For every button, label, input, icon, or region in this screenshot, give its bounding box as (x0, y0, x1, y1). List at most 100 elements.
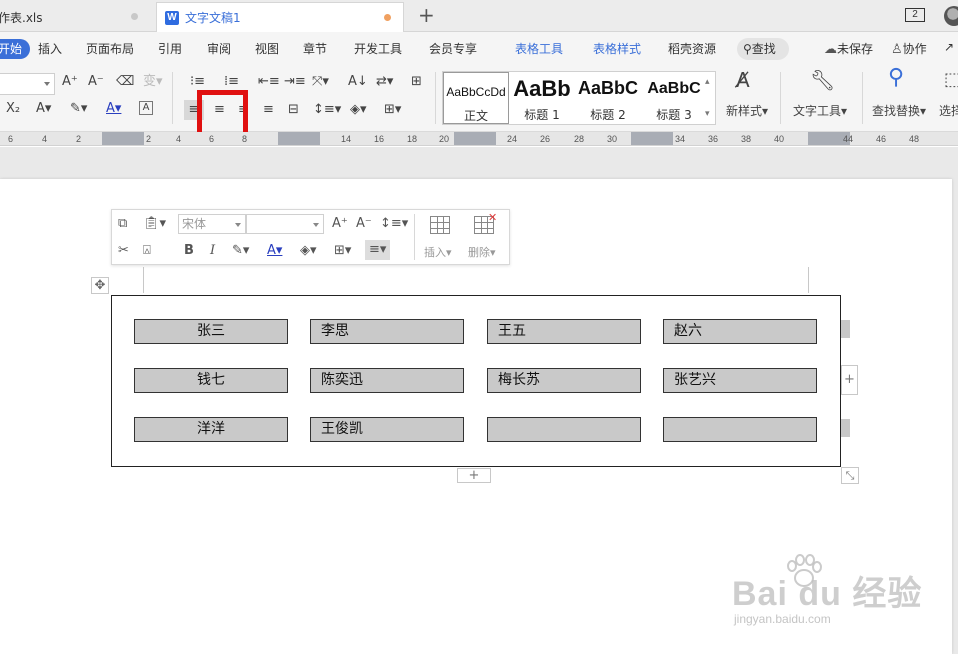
search-button[interactable]: ⚲查找 (737, 38, 789, 60)
grow-font-icon[interactable]: A⁺ (62, 74, 78, 90)
wrench-icon[interactable]: 🔧︎ (810, 70, 835, 90)
table-cell[interactable]: 钱七 (134, 368, 288, 393)
table-cell[interactable]: 张艺兴 (663, 368, 817, 393)
line-spacing-icon[interactable]: ↕≡▾ (380, 216, 408, 232)
menu-insert[interactable]: 插入 (38, 40, 62, 57)
unsaved-dot[interactable] (384, 14, 391, 21)
sort-icon[interactable]: A↓ (348, 74, 368, 90)
menu-docer[interactable]: 稻壳资源 (668, 40, 716, 57)
add-row-button[interactable]: + (457, 468, 491, 483)
menu-member[interactable]: 会员专享 (429, 40, 477, 57)
font-name-combo[interactable]: 宋体 (178, 214, 246, 234)
menu-start[interactable]: 开始 (0, 39, 31, 59)
collab-button[interactable]: ♙协作 (891, 40, 927, 57)
style-heading-1[interactable]: AaBb 标题 1 (509, 72, 575, 124)
menu-chapter[interactable]: 章节 (303, 40, 327, 57)
unsaved-label: 未保存 (837, 42, 874, 56)
cut-icon[interactable]: ✂ (118, 243, 129, 259)
table-resize-handle[interactable]: ⤡ (841, 467, 859, 484)
menu-table-tools[interactable]: 表格工具 (515, 40, 563, 57)
font-size-combo[interactable] (246, 214, 324, 234)
align-icon[interactable]: ≡▾ (365, 240, 391, 260)
horizontal-ruler: 6 4 2 2 4 6 8 14 16 18 20 24 26 28 30 34… (0, 132, 958, 146)
insert-table-icon[interactable] (430, 216, 450, 234)
menu-developer[interactable]: 开发工具 (354, 40, 402, 57)
ruler-column-marker[interactable] (631, 132, 673, 145)
menu-table-style[interactable]: 表格样式 (593, 40, 641, 57)
shading-icon[interactable]: ◈▾ (350, 102, 367, 118)
style-heading-3[interactable]: AaBbC 标题 3 (641, 72, 707, 124)
select-button[interactable]: 选择 (939, 102, 958, 119)
find-replace-button[interactable]: 查找替换▾ (872, 102, 926, 119)
increase-indent-icon[interactable]: ⇥≡ (284, 74, 306, 90)
table-cell[interactable] (487, 417, 641, 442)
paste-icon[interactable]: 📋︎▾ (143, 216, 166, 232)
font-color-icon[interactable]: A▾ (106, 101, 121, 117)
shrink-font-icon[interactable]: A⁻ (88, 74, 104, 90)
menu-review[interactable]: 审阅 (207, 40, 231, 57)
text-effect-icon[interactable]: A▾ (36, 101, 51, 117)
table-cell[interactable]: 李思 (310, 319, 464, 344)
direction-icon[interactable]: ⇄▾ (376, 74, 393, 90)
select-icon[interactable]: ⬚ (944, 71, 958, 89)
tab-spreadsheet[interactable]: 作表.xls (0, 2, 148, 32)
tab-close-dot[interactable] (131, 13, 138, 20)
line-spacing-icon[interactable]: ↕≡▾ (313, 102, 341, 118)
style-normal[interactable]: AaBbCcDd 正文 (443, 72, 509, 124)
font-color-icon[interactable]: A▾ (267, 243, 282, 259)
chinese-layout-icon[interactable]: ⤧▾ (312, 74, 329, 90)
unsaved-button[interactable]: ☁未保存 (824, 40, 873, 57)
menu-references[interactable]: 引用 (158, 40, 182, 57)
highlight-icon[interactable]: ✎▾ (232, 243, 249, 259)
table-cell[interactable]: 陈奕迅 (310, 368, 464, 393)
delete-button[interactable]: 删除▾ (468, 244, 496, 260)
table-cell[interactable]: 王五 (487, 319, 641, 344)
phonetic-icon[interactable]: 变▾ (143, 74, 163, 90)
text-tools-button[interactable]: 文字工具▾ (793, 102, 847, 119)
eraser-icon[interactable]: ⌫ (116, 74, 134, 90)
ruler-column-marker[interactable] (278, 132, 320, 145)
shrink-font-icon[interactable]: A⁻ (356, 216, 372, 232)
insert-button[interactable]: 插入▾ (424, 244, 452, 260)
gallery-up-icon[interactable]: ▴ (705, 74, 710, 90)
highlight-icon[interactable]: ✎▾ (70, 101, 87, 117)
numbering-icon[interactable]: ⁞≡ (224, 74, 239, 90)
table-cell[interactable]: 王俊凯 (310, 417, 464, 442)
magnifier-icon[interactable]: ⚲ (888, 67, 904, 89)
italic-icon[interactable]: I (210, 243, 215, 259)
menu-page-layout[interactable]: 页面布局 (86, 40, 134, 57)
decrease-indent-icon[interactable]: ⇤≡ (258, 74, 280, 90)
ruler-column-marker[interactable] (454, 132, 496, 145)
style-heading-2[interactable]: AaBbC 标题 2 (575, 72, 641, 124)
new-style-button[interactable]: 新样式▾ (726, 102, 768, 119)
subscript-icon[interactable]: X₂ (6, 101, 20, 117)
distribute-icon[interactable]: ⊟ (288, 102, 299, 118)
bullets-icon[interactable]: ⁝≡ (190, 74, 205, 90)
window-count-badge[interactable]: 2 (905, 8, 925, 22)
char-border-icon[interactable]: A (139, 101, 153, 115)
font-size-combo[interactable] (0, 73, 55, 95)
border-icon[interactable]: ⊞▾ (334, 243, 351, 259)
format-painter-icon[interactable]: ⍓ (143, 243, 151, 259)
copy-icon[interactable]: ⧉ (118, 216, 127, 232)
new-style-icon[interactable]: A̸ (736, 70, 750, 90)
show-marks-icon[interactable]: ⊞ (411, 74, 422, 90)
new-tab-button[interactable]: + (418, 4, 435, 26)
grow-font-icon[interactable]: A⁺ (332, 216, 348, 232)
bold-icon[interactable]: B (184, 243, 194, 259)
table-move-handle[interactable]: ✥ (91, 277, 109, 294)
shading-icon[interactable]: ◈▾ (300, 243, 317, 259)
share-icon[interactable]: ↗ (944, 40, 954, 54)
table-cell[interactable]: 洋洋 (134, 417, 288, 442)
justify-icon[interactable]: ≡ (263, 102, 274, 118)
table-cell[interactable]: 赵六 (663, 319, 817, 344)
tab-document[interactable]: W 文字文稿1 (156, 2, 404, 32)
table-cell[interactable]: 梅长苏 (487, 368, 641, 393)
border-icon[interactable]: ⊞▾ (384, 102, 401, 118)
table-cell[interactable] (663, 417, 817, 442)
gallery-down-icon[interactable]: ▾ (705, 106, 710, 122)
menu-view[interactable]: 视图 (255, 40, 279, 57)
table-cell[interactable]: 张三 (134, 319, 288, 344)
avatar[interactable] (944, 6, 958, 26)
add-column-button[interactable]: + (841, 365, 858, 395)
